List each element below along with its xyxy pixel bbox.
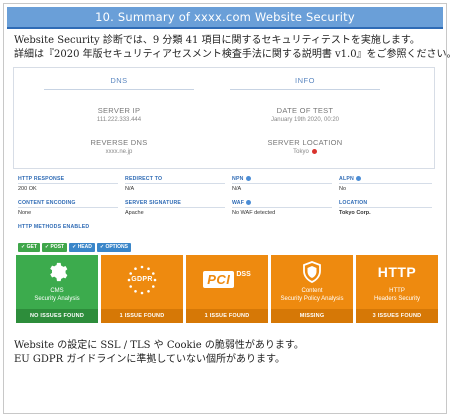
dns-header: DNS (44, 76, 194, 90)
server-signature-cell: SERVER SIGNATURE Apache (125, 200, 225, 216)
security-summary-tiles: CMS Security Analysis NO ISSUES FOUND GD… (16, 255, 438, 323)
info-header: INFO (230, 76, 380, 90)
npn-label: NPN (232, 176, 332, 184)
server-location-text: Tokyo (293, 149, 309, 156)
reverse-dns-value: xxxx.ne.jp (105, 149, 133, 155)
content-encoding-value: None (18, 210, 32, 216)
gear-icon (50, 262, 68, 282)
shield-icon (303, 261, 321, 283)
cms-title-line-1: CMS (50, 288, 64, 294)
npn-label-text: NPN (232, 176, 244, 182)
conclusion-text: Website の設定に SSL / TLS や Cookie の脆弱性がありま… (14, 339, 442, 367)
content-encoding-label: CONTENT ENCODING (18, 200, 118, 208)
waf-value: No WAF detected (232, 210, 276, 216)
intro-line-1: Website Security 診断では、9 分類 41 項目に関するセキュリ… (14, 35, 420, 46)
gdpr-tile[interactable]: GDPR 1 ISSUE FOUND (101, 255, 183, 323)
server-location-label: SERVER LOCATION (267, 138, 343, 147)
date-of-test-value: January 19th 2020, 00:20 (270, 117, 340, 123)
pci-dss-status: 1 ISSUE FOUND (186, 309, 268, 323)
japan-flag-icon (311, 149, 317, 154)
method-post-text: POST (50, 244, 65, 250)
cms-tile[interactable]: CMS Security Analysis NO ISSUES FOUND (16, 255, 98, 323)
http-headers-status: 3 ISSUES FOUND (356, 309, 438, 323)
server-signature-label: SERVER SIGNATURE (125, 200, 225, 208)
cms-title-line-2: Security Analysis (34, 295, 80, 302)
dss-label: DSS (236, 271, 251, 278)
http-headers-tile-body: HTTP HTTP Headers Security (356, 255, 438, 309)
redirect-to-label: REDIRECT TO (125, 176, 225, 184)
method-get-badge: ✓ GET (18, 243, 40, 252)
csp-title-line-1: Content (301, 288, 323, 294)
location-value: Tokyo Corp. (339, 210, 371, 216)
http-headers-title-line-1: HTTP (389, 288, 405, 294)
section-title-banner: 10. Summary of xxxx.com Website Security (7, 7, 443, 29)
redirect-to-cell: REDIRECT TO N/A (125, 176, 225, 192)
pci-dss-tile-body: PCI DSS (186, 255, 268, 309)
csp-tile-body: Content Security Policy Analysis (271, 255, 353, 309)
http-response-value: 200 OK (18, 186, 37, 192)
http-response-label: HTTP RESPONSE (18, 176, 118, 184)
reverse-dns-label: REVERSE DNS (90, 138, 148, 147)
csp-tile-title: Content Security Policy Analysis (271, 288, 353, 303)
info-icon[interactable] (355, 176, 361, 182)
http-response-cell: HTTP RESPONSE 200 OK (18, 176, 118, 192)
waf-label: WAF (232, 200, 332, 208)
conclusion-line-2: EU GDPR ガイドラインに準拠していない個所があります。 (14, 354, 286, 365)
http-methods-list: ✓ GET ✓ POST ✓ HEAD ✓ OPTIONS (18, 235, 133, 252)
intro-line-2: 詳細は『2020 年版セキュリティアセスメント検査手法に関する説明書 v1.0』… (14, 49, 450, 60)
csp-status: MISSING (271, 309, 353, 323)
method-options-badge: ✓ OPTIONS (96, 243, 131, 252)
alpn-label-text: ALPN (339, 176, 354, 182)
conclusion-line-1: Website の設定に SSL / TLS や Cookie の脆弱性がありま… (14, 340, 304, 351)
location-label: LOCATION (339, 200, 432, 208)
npn-cell: NPN N/A (232, 176, 332, 192)
dns-column: DNS SERVER IP 111.222.333.444 REVERSE DN… (44, 76, 194, 155)
method-head-text: HEAD (77, 244, 92, 250)
info-icon[interactable] (245, 176, 251, 182)
details-row-1: HTTP RESPONSE 200 OK REDIRECT TO N/A NPN… (18, 176, 438, 194)
npn-value: N/A (232, 186, 242, 192)
http-headers-tile-title: HTTP Headers Security (356, 288, 438, 303)
cms-tile-body: CMS Security Analysis (16, 255, 98, 309)
http-methods-label: HTTP METHODS ENABLED (18, 224, 90, 230)
redirect-to-value: N/A (125, 186, 135, 192)
pci-dss-icon: PCI DSS (186, 271, 268, 289)
method-get-text: GET (26, 244, 37, 250)
cms-tile-title: CMS Security Analysis (16, 288, 98, 303)
server-signature-value: Apache (125, 210, 144, 216)
gdpr-tile-body: GDPR (101, 255, 183, 309)
method-head-badge: ✓ HEAD (69, 243, 95, 252)
info-icon[interactable] (246, 200, 252, 206)
server-info-card: DNS SERVER IP 111.222.333.444 REVERSE DN… (13, 67, 435, 169)
alpn-label: ALPN (339, 176, 432, 184)
alpn-value: No (339, 186, 347, 192)
cms-status: NO ISSUES FOUND (16, 309, 98, 323)
csp-title-line-2: Security Policy Analysis (280, 295, 344, 302)
csp-tile[interactable]: Content Security Policy Analysis MISSING (271, 255, 353, 323)
gdpr-label: GDPR (131, 276, 153, 283)
server-ip-value: 111.222.333.444 (96, 117, 142, 123)
server-location-value: Tokyo (230, 149, 380, 155)
location-cell: LOCATION Tokyo Corp. (339, 200, 432, 216)
info-column: INFO DATE OF TEST January 19th 2020, 00:… (230, 76, 380, 155)
pci-logo: PCI (203, 271, 235, 288)
http-headers-title-line-2: Headers Security (373, 295, 421, 302)
http-headers-tile[interactable]: HTTP HTTP Headers Security 3 ISSUES FOUN… (356, 255, 438, 323)
date-of-test-label: DATE OF TEST (276, 106, 334, 115)
alpn-cell: ALPN No (339, 176, 432, 192)
server-ip-label: SERVER IP (97, 106, 141, 115)
method-options-text: OPTIONS (105, 244, 128, 250)
pci-dss-tile[interactable]: PCI DSS 1 ISSUE FOUND (186, 255, 268, 323)
waf-label-text: WAF (232, 200, 245, 206)
method-post-badge: ✓ POST (41, 243, 68, 252)
http-details-grid: HTTP RESPONSE 200 OK REDIRECT TO N/A NPN… (18, 176, 438, 218)
content-encoding-cell: CONTENT ENCODING None (18, 200, 118, 216)
waf-cell: WAF No WAF detected (232, 200, 332, 216)
gdpr-status: 1 ISSUE FOUND (101, 309, 183, 323)
intro-text: Website Security 診断では、9 分類 41 項目に関するセキュリ… (14, 34, 450, 62)
http-logo-text: HTTP (377, 264, 417, 280)
details-row-2: CONTENT ENCODING None SERVER SIGNATURE A… (18, 200, 438, 218)
